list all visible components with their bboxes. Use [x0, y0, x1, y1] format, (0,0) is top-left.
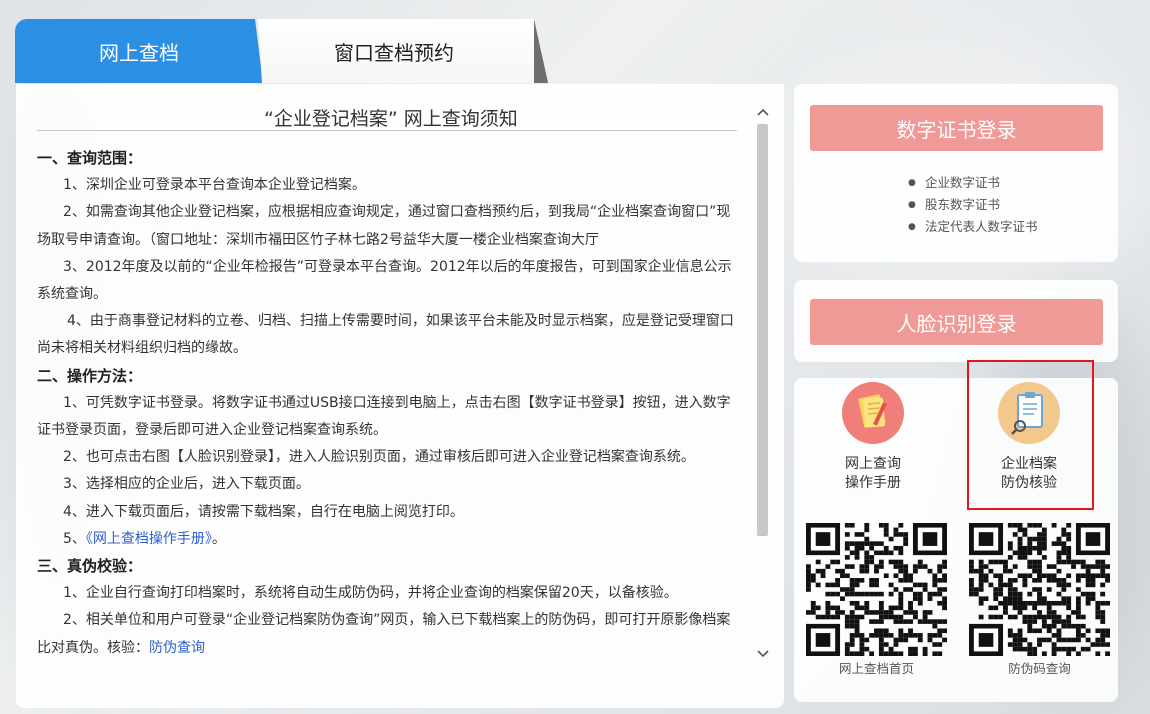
- manual-label-line2: 操作手册: [845, 475, 901, 491]
- qr-code-icon: [806, 523, 947, 656]
- manual-label[interactable]: 网上查询 操作手册: [828, 455, 918, 493]
- notice-paragraph: 1、可凭数字证书登录。将数字证书通过USB接口连接到电脑上，点击右图【数字证书登…: [37, 394, 731, 439]
- manual-prefix: 5、: [63, 530, 86, 547]
- scroll-down-arrow-icon[interactable]: [755, 646, 770, 662]
- manual-label-line1: 网上查询: [845, 456, 901, 472]
- cert-type-item: 企业数字证书: [908, 172, 1038, 194]
- tab-online-query[interactable]: 网上查档: [15, 19, 263, 83]
- notice-paragraph: 3、选择相应的企业后，进入下载页面。: [63, 476, 310, 493]
- section-heading-verify: 三、真伪校验：: [37, 557, 143, 576]
- section-heading-method: 二、操作方法：: [37, 366, 143, 385]
- cert-type-item: 股东数字证书: [908, 194, 1038, 216]
- qr-label-home: 网上查档首页: [838, 661, 914, 676]
- tab-window-reservation[interactable]: 窗口查档预约: [258, 19, 548, 83]
- manual-link[interactable]: 《网上查档操作手册》: [86, 531, 212, 547]
- notice-paragraph: 2、相关单位和用户可登录“企业登记档案防伪查询”网页，输入已下载档案上的防伪码，…: [37, 607, 737, 661]
- notice-paragraph: 1、企业自行查询打印档案时，系统将自动生成防伪码，并将企业查询的档案保留20天，…: [63, 585, 678, 602]
- notice-paragraph: 4、由于商事登记材料的立卷、归档、扫描上传需要时间，如果该平台未能及时显示档案，…: [37, 313, 734, 357]
- manual-suffix: 。: [211, 530, 226, 547]
- verify-text: 2、相关单位和用户可登录“企业登记档案防伪查询”网页，输入已下载档案上的防伪码，…: [37, 612, 731, 656]
- digital-cert-login-button[interactable]: 数字证书登录: [810, 105, 1103, 151]
- cert-type-list: 企业数字证书 股东数字证书 法定代表人数字证书: [908, 172, 1038, 238]
- cert-type-item: 法定代表人数字证书: [908, 216, 1038, 238]
- notice-paragraph: 2、如需查询其他企业登记档案，应根据相应查询规定，通过窗口查档预约后，到我局“企…: [37, 204, 731, 248]
- scrollbar-thumb[interactable]: [757, 124, 768, 536]
- section-heading-scope: 一、查询范围：: [37, 149, 143, 167]
- anti-fake-query-link[interactable]: 防伪查询: [149, 640, 205, 656]
- notice-paragraph: 3、2012年度及以前的“企业年检报告”可登录本平台查询。2012年以后的年度报…: [37, 258, 732, 303]
- qr-label-anti-fake: 防伪码查询: [1008, 661, 1071, 676]
- highlight-box: [967, 360, 1094, 510]
- notice-paragraph: 2、也可点击右图【人脸识别登录】，进入人脸识别页面，通过审核后即可进入企业登记档…: [63, 449, 695, 466]
- manual-notebook-icon[interactable]: [842, 382, 904, 444]
- title-divider: [37, 130, 737, 131]
- notice-paragraph: 1、深圳企业可登录本平台查询本企业登记档案。: [63, 177, 366, 194]
- qr-code-icon: [969, 523, 1110, 656]
- tab-window-reservation-label: 窗口查档预约: [334, 40, 454, 65]
- notice-title: “企业登记档案” 网上查询须知: [264, 108, 518, 130]
- scroll-up-arrow-icon[interactable]: [755, 104, 770, 120]
- notice-paragraph: 5、《网上查档操作手册》。: [37, 526, 737, 553]
- face-recognition-login-button[interactable]: 人脸识别登录: [810, 299, 1103, 345]
- notice-paragraph: 4、进入下载页面后，请按需下载档案，自行在电脑上阅览打印。: [63, 503, 464, 520]
- notice-body: 一、查询范围： 1、深圳企业可登录本平台查询本企业登记档案。 2、如需查询其他企…: [37, 145, 737, 662]
